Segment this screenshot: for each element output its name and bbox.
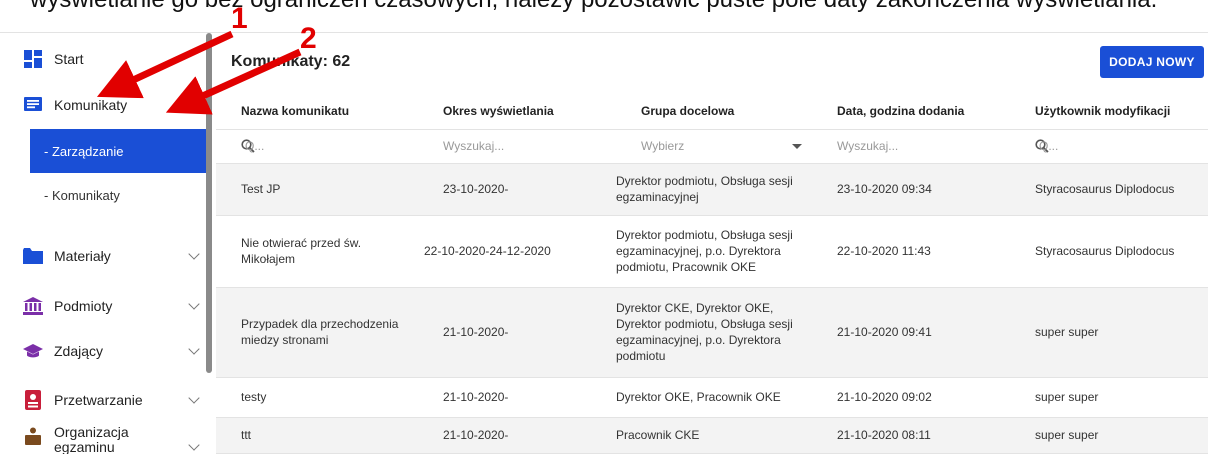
sidebar-item-komunikaty[interactable]: Komunikaty <box>0 85 206 125</box>
cell-date: 22-10-2020 11:43 <box>812 215 1010 288</box>
cell-name: Nie otwierać przed św. Mikołajem <box>216 215 418 288</box>
sidebar-item-label: - Zarządzanie <box>44 143 124 159</box>
column-header-name[interactable]: Nazwa komunikatu <box>216 93 418 130</box>
app-frame: Start Komunikaty - Zarządzanie - Komunik… <box>0 32 1208 454</box>
annotation-number-1: 1 <box>231 2 248 35</box>
chevron-down-icon <box>188 439 200 451</box>
cell-user: super super <box>1010 287 1208 378</box>
sidebar-item-organizacja[interactable]: Organizacja egzaminu <box>0 423 206 454</box>
cell-user: super super <box>1010 417 1208 454</box>
filter-date-input[interactable]: Wyszukaj... <box>812 129 1010 164</box>
cell-date: 21-10-2020 08:11 <box>812 417 1010 454</box>
sidebar-item-label: Komunikaty <box>54 97 128 113</box>
cell-date: 21-10-2020 09:02 <box>812 377 1010 418</box>
table-row[interactable]: testy 21-10-2020- Dyrektor OKE, Pracowni… <box>216 377 1208 418</box>
organization-icon <box>22 425 44 447</box>
sidebar-item-label: Materiały <box>54 248 111 264</box>
sidebar-subitem-zarzadzanie[interactable]: - Zarządzanie <box>30 129 206 173</box>
main-content: Komunikaty: 62 DODAJ NOWY Nazwa komunika… <box>216 33 1208 454</box>
cell-period: 21-10-2020- <box>418 287 616 378</box>
messages-table: Nazwa komunikatu Okres wyświetlania Grup… <box>216 93 1208 454</box>
filter-user-input[interactable]: Q... <box>1010 129 1208 164</box>
column-header-date[interactable]: Data, godzina dodania <box>812 93 1010 130</box>
sidebar-item-label: Zdający <box>54 343 104 359</box>
table-row[interactable]: ttt 21-10-2020- Pracownik CKE 21-10-2020… <box>216 417 1208 454</box>
sidebar-item-label: - Komunikaty <box>44 187 120 203</box>
sidebar-item-label: Organizacja egzaminu <box>54 424 129 454</box>
sidebar-item-zdajacy[interactable]: Zdający <box>0 331 206 371</box>
filter-row: Q... Wyszukaj... Wybierz Wyszukaj... Q..… <box>216 129 1208 164</box>
document-caption: wyświetlanie go bez ograniczeń czasowych… <box>0 0 1208 14</box>
sidebar-subitem-komunikaty[interactable]: - Komunikaty <box>30 173 206 217</box>
cell-group: Dyrektor CKE, Dyrektor OKE, Dyrektor pod… <box>616 287 812 378</box>
filter-placeholder: Q... <box>1039 138 1059 153</box>
cell-group: Dyrektor podmiotu, Obsługa sesji egzamin… <box>616 163 812 216</box>
dropdown-arrow-icon <box>792 143 802 149</box>
chevron-down-icon <box>188 392 200 404</box>
sidebar-item-przetwarzanie[interactable]: Przetwarzanie <box>0 380 206 420</box>
sidebar-item-start[interactable]: Start <box>0 39 206 79</box>
cell-group: Dyrektor podmiotu, Obsługa sesji egzamin… <box>616 215 812 288</box>
cell-user: Styracosaurus Diplodocus <box>1010 215 1208 288</box>
add-new-button[interactable]: DODAJ NOWY <box>1100 46 1204 78</box>
cell-period: 22-10-2020-24-12-2020 <box>418 215 616 288</box>
chevron-down-icon <box>188 343 200 355</box>
cell-date: 23-10-2020 09:34 <box>812 163 1010 216</box>
cell-name: Test JP <box>216 163 418 216</box>
cell-user: super super <box>1010 377 1208 418</box>
sidebar: Start Komunikaty - Zarządzanie - Komunik… <box>0 33 212 454</box>
table-row[interactable]: Nie otwierać przed św. Mikołajem 22-10-2… <box>216 215 1208 288</box>
select-value: Wybierz <box>641 138 685 153</box>
cell-group: Pracownik CKE <box>616 417 812 454</box>
annotation-number-2: 2 <box>300 22 317 55</box>
message-icon <box>22 94 44 116</box>
cell-name: testy <box>216 377 418 418</box>
table-header-row: Nazwa komunikatu Okres wyświetlania Grup… <box>216 93 1208 130</box>
chevron-down-icon <box>188 248 200 260</box>
id-card-icon <box>22 389 44 411</box>
folder-icon <box>22 245 44 267</box>
cell-name: Przypadek dla przechodzenia miedzy stron… <box>216 287 418 378</box>
cell-period: 21-10-2020- <box>418 417 616 454</box>
sidebar-item-label: Przetwarzanie <box>54 392 143 408</box>
filter-name-input[interactable]: Q... <box>216 129 418 164</box>
sidebar-item-materialy[interactable]: Materiały <box>0 236 206 276</box>
cell-period: 23-10-2020- <box>418 163 616 216</box>
filter-group-select[interactable]: Wybierz <box>616 129 812 164</box>
filter-placeholder: Q... <box>245 138 265 153</box>
table-row[interactable]: Test JP 23-10-2020- Dyrektor podmiotu, O… <box>216 163 1208 216</box>
sidebar-item-label: Start <box>54 51 84 67</box>
column-header-user[interactable]: Użytkownik modyfikacji <box>1010 93 1208 130</box>
page-title: Komunikaty: 62 <box>231 53 351 70</box>
sidebar-item-podmioty[interactable]: Podmioty <box>0 286 206 326</box>
cell-period: 21-10-2020- <box>418 377 616 418</box>
column-header-period[interactable]: Okres wyświetlania <box>418 93 616 130</box>
sidebar-item-label: Podmioty <box>54 298 113 314</box>
table-row[interactable]: Przypadek dla przechodzenia miedzy stron… <box>216 287 1208 378</box>
graduation-cap-icon <box>22 340 44 362</box>
sidebar-scrollbar[interactable] <box>206 33 212 373</box>
column-header-group[interactable]: Grupa docelowa <box>616 93 812 130</box>
institution-icon <box>22 295 44 317</box>
filter-period-input[interactable]: Wyszukaj... <box>418 129 616 164</box>
cell-user: Styracosaurus Diplodocus <box>1010 163 1208 216</box>
chevron-down-icon <box>188 298 200 310</box>
cell-name: ttt <box>216 417 418 454</box>
cell-group: Dyrektor OKE, Pracownik OKE <box>616 377 812 418</box>
cell-date: 21-10-2020 09:41 <box>812 287 1010 378</box>
dashboard-icon <box>22 48 44 70</box>
